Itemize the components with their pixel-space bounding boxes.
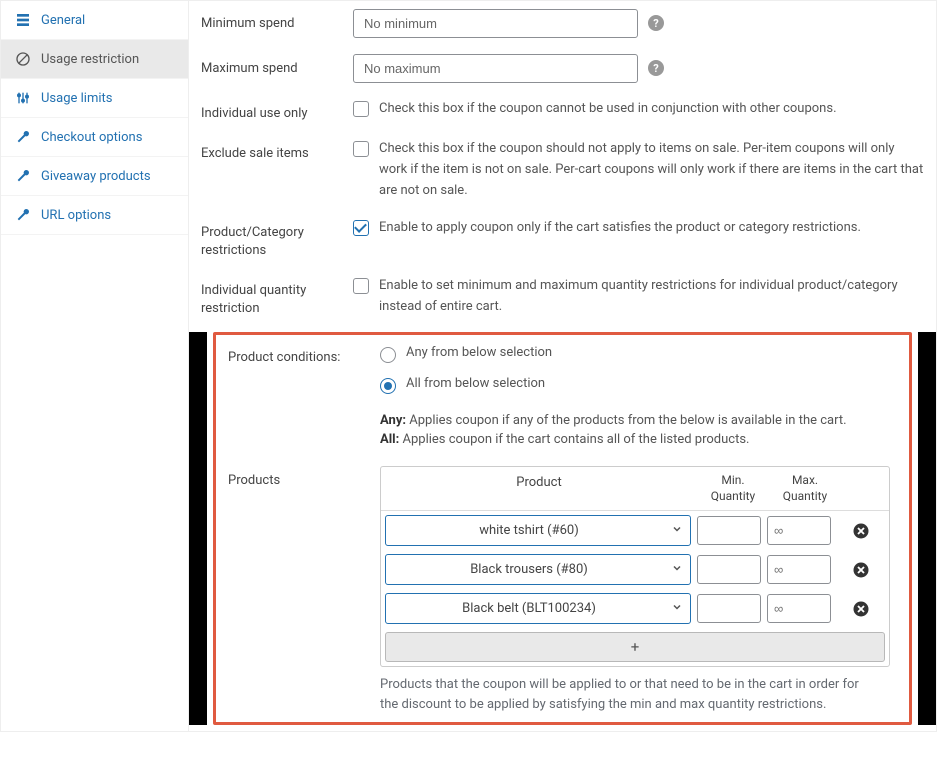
max-qty-input[interactable] bbox=[767, 594, 831, 623]
wrench-icon bbox=[15, 168, 31, 184]
restriction-icon bbox=[15, 51, 31, 67]
limits-icon bbox=[15, 90, 31, 106]
product-category-restrictions-checkbox[interactable] bbox=[353, 220, 369, 236]
table-row: Black belt (BLT100234) bbox=[381, 589, 889, 628]
maximum-spend-input[interactable] bbox=[353, 54, 638, 83]
individual-use-desc: Check this box if the coupon cannot be u… bbox=[379, 99, 837, 120]
highlighted-products-section: Product conditions: Any from below selec… bbox=[213, 332, 912, 725]
sidebar-item-checkout-options[interactable]: Checkout options bbox=[1, 118, 188, 157]
individual-use-label: Individual use only bbox=[201, 99, 341, 123]
close-circle-icon bbox=[852, 600, 870, 618]
individual-quantity-restriction-desc: Enable to set minimum and maximum quanti… bbox=[379, 276, 924, 318]
remove-row-button[interactable] bbox=[837, 600, 885, 618]
product-conditions-note: Any: Applies coupon if any of the produc… bbox=[380, 411, 847, 450]
table-header-max-qty: Max. Quantity bbox=[769, 467, 841, 510]
sidebar-item-url-options[interactable]: URL options bbox=[1, 196, 188, 235]
general-icon bbox=[15, 12, 31, 28]
product-select[interactable]: Black trousers (#80) bbox=[385, 554, 691, 585]
individual-use-checkbox[interactable] bbox=[353, 101, 369, 117]
maximum-spend-label: Maximum spend bbox=[201, 54, 341, 78]
sidebar-item-usage-restriction[interactable]: Usage restriction bbox=[1, 40, 188, 79]
remove-row-button[interactable] bbox=[837, 561, 885, 579]
sidebar-item-label: Giveaway products bbox=[41, 169, 151, 184]
products-table: Product Min. Quantity Max. Quantity whit… bbox=[380, 466, 890, 667]
settings-sidebar: General Usage restriction Usage limits C… bbox=[1, 1, 189, 731]
product-select[interactable]: white tshirt (#60) bbox=[385, 515, 691, 546]
minimum-spend-label: Minimum spend bbox=[201, 9, 341, 33]
minimum-spend-input[interactable] bbox=[353, 9, 638, 38]
sidebar-item-usage-limits[interactable]: Usage limits bbox=[1, 79, 188, 118]
individual-quantity-restriction-checkbox[interactable] bbox=[353, 278, 369, 294]
min-qty-input[interactable] bbox=[697, 555, 761, 584]
min-qty-input[interactable] bbox=[697, 516, 761, 545]
close-circle-icon bbox=[852, 522, 870, 540]
remove-row-button[interactable] bbox=[837, 522, 885, 540]
product-conditions-all-label: All from below selection bbox=[406, 374, 545, 395]
exclude-sale-desc: Check this box if the coupon should not … bbox=[379, 139, 924, 201]
help-icon[interactable]: ? bbox=[648, 60, 664, 76]
sidebar-item-label: Usage restriction bbox=[41, 52, 139, 67]
sidebar-item-giveaway-products[interactable]: Giveaway products bbox=[1, 157, 188, 196]
exclude-sale-checkbox[interactable] bbox=[353, 141, 369, 157]
main-panel: Minimum spend ? Maximum spend ? Individu… bbox=[189, 1, 936, 731]
individual-quantity-restriction-label: Individual quantity restriction bbox=[201, 276, 341, 318]
products-label: Products bbox=[228, 466, 368, 490]
table-header-product: Product bbox=[381, 467, 697, 510]
product-category-restrictions-label: Product/Category restrictions bbox=[201, 218, 341, 260]
sidebar-item-label: Checkout options bbox=[41, 130, 142, 145]
table-row: Black trousers (#80) bbox=[381, 550, 889, 589]
product-conditions-any-label: Any from below selection bbox=[406, 343, 552, 364]
table-header-min-qty: Min. Quantity bbox=[697, 467, 769, 510]
sidebar-item-label: General bbox=[41, 13, 85, 28]
product-conditions-all-radio[interactable] bbox=[380, 378, 396, 394]
add-product-row-button[interactable]: + bbox=[385, 632, 885, 662]
max-qty-input[interactable] bbox=[767, 555, 831, 584]
products-description: Products that the coupon will be applied… bbox=[380, 675, 880, 714]
product-category-restrictions-desc: Enable to apply coupon only if the cart … bbox=[379, 218, 861, 239]
sidebar-item-general[interactable]: General bbox=[1, 1, 188, 40]
product-conditions-any-radio[interactable] bbox=[380, 347, 396, 363]
exclude-sale-label: Exclude sale items bbox=[201, 139, 341, 163]
wrench-icon bbox=[15, 129, 31, 145]
sidebar-item-label: Usage limits bbox=[41, 91, 112, 106]
min-qty-input[interactable] bbox=[697, 594, 761, 623]
sidebar-item-label: URL options bbox=[41, 208, 111, 223]
help-icon[interactable]: ? bbox=[648, 15, 664, 31]
max-qty-input[interactable] bbox=[767, 516, 831, 545]
wrench-icon bbox=[15, 207, 31, 223]
table-row: white tshirt (#60) bbox=[381, 511, 889, 550]
close-circle-icon bbox=[852, 561, 870, 579]
product-conditions-label: Product conditions: bbox=[228, 343, 368, 367]
product-select[interactable]: Black belt (BLT100234) bbox=[385, 593, 691, 624]
